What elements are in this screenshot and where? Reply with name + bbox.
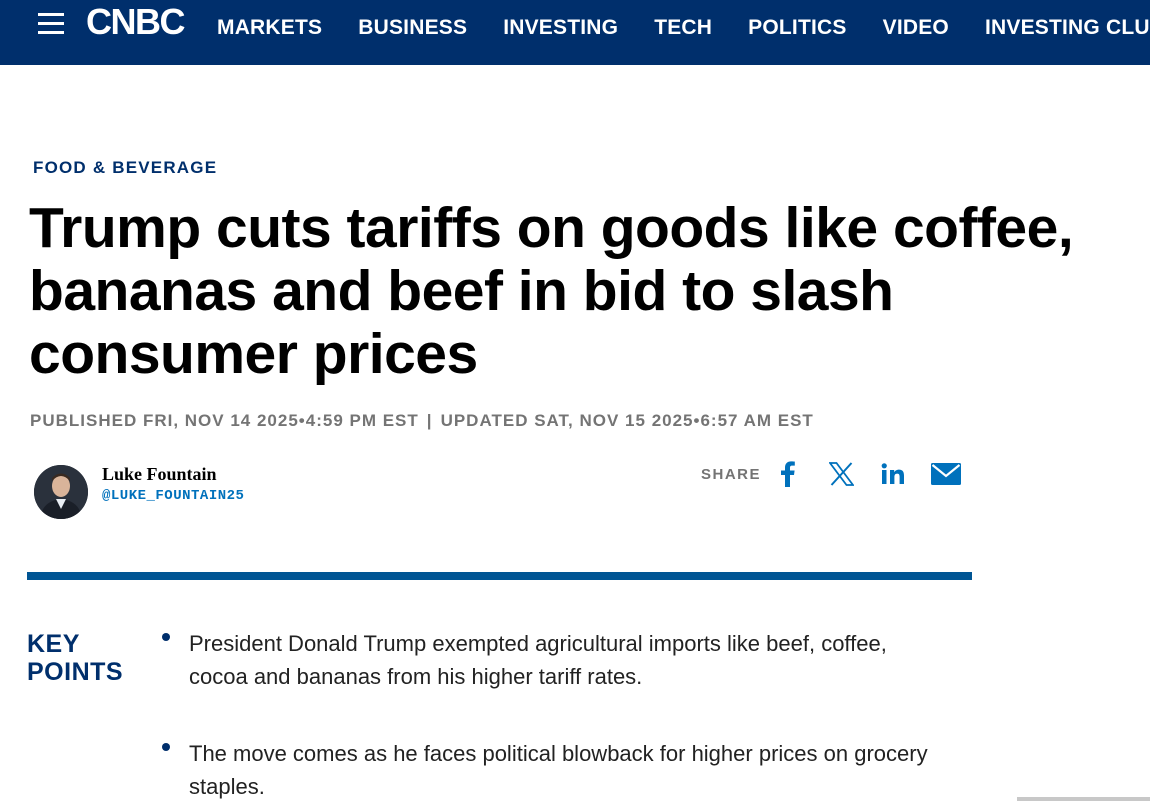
- key-points-heading-line1: KEY: [27, 630, 80, 658]
- facebook-icon[interactable]: [778, 460, 798, 488]
- bullet-icon: [162, 633, 170, 641]
- cnbc-logo[interactable]: CNBC: [86, 2, 186, 42]
- x-icon[interactable]: [827, 460, 855, 488]
- article-timestamp: PUBLISHED FRI, NOV 14 2025•4:59 PM EST | U…: [30, 411, 814, 431]
- linkedin-icon[interactable]: [880, 460, 906, 488]
- nav-item-tech[interactable]: TECH: [654, 16, 712, 40]
- top-navigation-bar: CNBC MARKETS BUSINESS INVESTING TECH POL…: [0, 0, 1150, 65]
- published-time: PUBLISHED FRI, NOV 14 2025•4:59 PM EST: [30, 411, 419, 430]
- section-eyebrow-link[interactable]: FOOD & BEVERAGE: [33, 158, 217, 178]
- key-points-heading-line2: POINTS: [27, 658, 124, 686]
- author-name[interactable]: Luke Fountain: [102, 464, 217, 485]
- nav-item-video[interactable]: VIDEO: [883, 16, 949, 40]
- nav-item-investing[interactable]: INVESTING: [503, 16, 618, 40]
- key-point-item: President Donald Trump exempted agricult…: [189, 631, 887, 689]
- scroll-indicator: [1017, 797, 1150, 801]
- author-handle[interactable]: @LUKE_FOUNTAIN25: [102, 488, 244, 504]
- share-label: SHARE: [701, 466, 762, 483]
- timestamp-separator: |: [426, 411, 433, 430]
- article-headline: Trump cuts tariffs on goods like coffee,…: [29, 196, 1074, 386]
- main-nav: MARKETS BUSINESS INVESTING TECH POLITICS…: [217, 16, 1150, 40]
- updated-time: UPDATED SAT, NOV 15 2025•6:57 AM EST: [440, 411, 814, 430]
- nav-item-business[interactable]: BUSINESS: [358, 16, 467, 40]
- menu-icon[interactable]: [38, 13, 64, 35]
- author-avatar[interactable]: [34, 465, 88, 519]
- nav-item-politics[interactable]: POLITICS: [748, 16, 846, 40]
- section-divider: [27, 572, 972, 580]
- nav-item-investing-club[interactable]: INVESTING CLUB: [985, 16, 1150, 40]
- email-icon[interactable]: [930, 460, 961, 488]
- key-points-heading: KEY POINTS: [27, 630, 123, 686]
- bullet-icon: [162, 743, 170, 751]
- key-point-item: The move comes as he faces political blo…: [189, 741, 928, 799]
- nav-item-markets[interactable]: MARKETS: [217, 16, 322, 40]
